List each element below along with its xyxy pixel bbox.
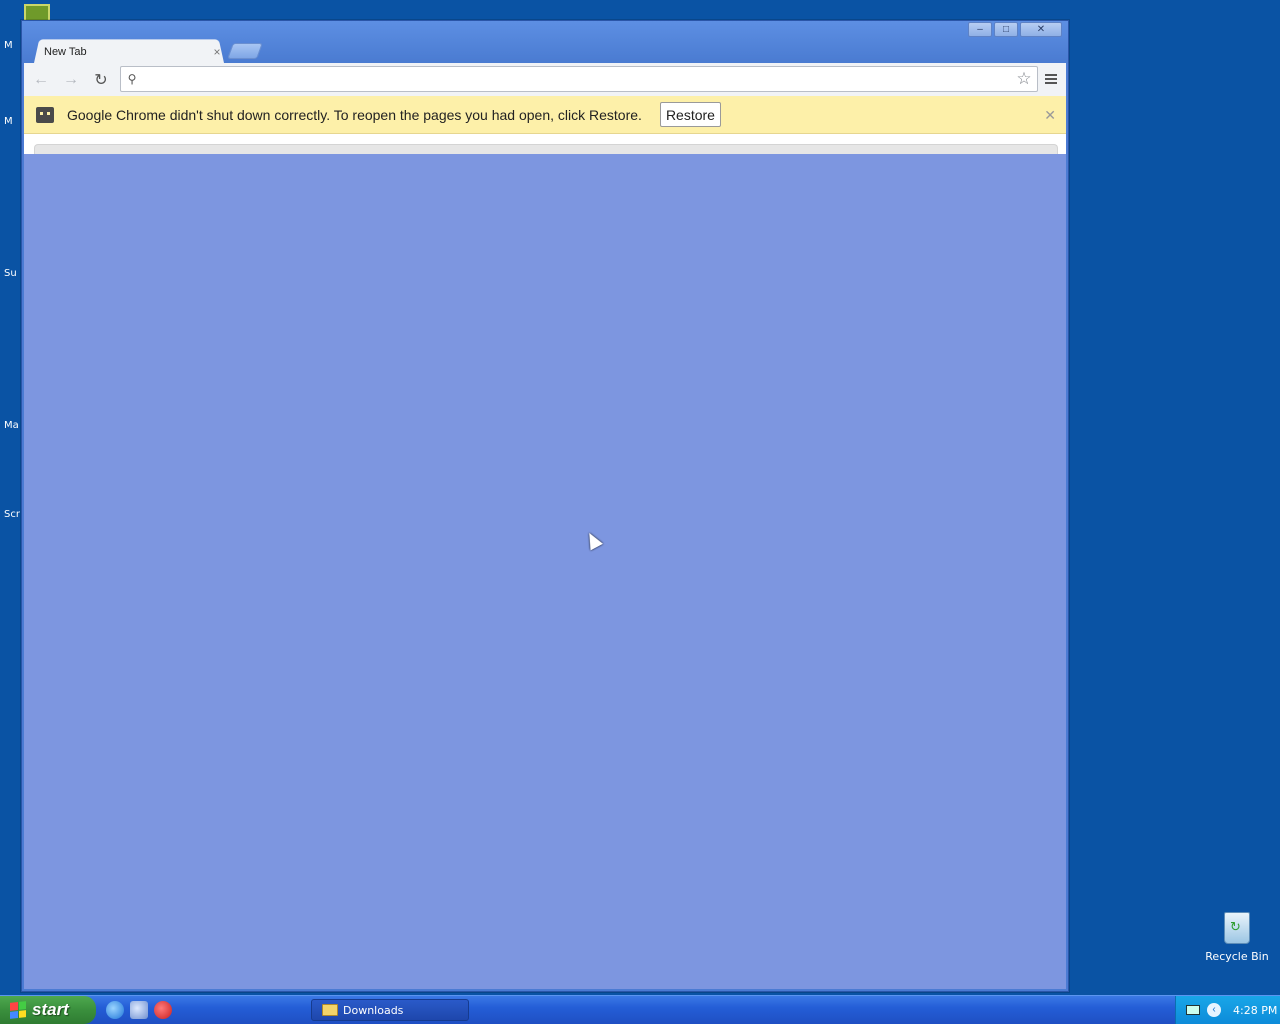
chrome-window: – □ ✕ New Tab × ← → ↻ ⚲ ☆ Google Chrome … — [21, 20, 1069, 992]
desktop-label-fragment[interactable]: Ma — [4, 420, 19, 431]
tab-close-icon[interactable]: × — [210, 45, 224, 59]
quick-launch — [106, 1001, 172, 1019]
clock[interactable]: 4:28 PM — [1233, 1004, 1277, 1017]
hamburger-menu-icon — [1045, 74, 1057, 84]
recycle-bin-icon — [1224, 912, 1250, 944]
keyboard-icon[interactable] — [1186, 1005, 1200, 1015]
show-hidden-icons-icon[interactable]: ‹ — [1207, 1003, 1221, 1017]
back-arrow-icon: ← — [33, 70, 49, 88]
content-header — [24, 134, 1066, 155]
system-tray: ‹ 4:28 PM — [1175, 996, 1280, 1024]
forward-arrow-icon: → — [63, 70, 79, 88]
tab-content[interactable]: New Tab × — [44, 41, 224, 63]
desktop-label-fragment[interactable]: Scr — [4, 509, 20, 520]
chrome-menu-button[interactable] — [1040, 68, 1062, 90]
infobar-close-icon[interactable]: ✕ — [1044, 107, 1056, 124]
desktop-label-fragment[interactable]: M — [4, 116, 13, 127]
close-button[interactable]: ✕ — [1020, 22, 1062, 37]
infobar-message: Google Chrome didn't shut down correctly… — [67, 106, 642, 123]
reload-button[interactable]: ↻ — [88, 67, 114, 93]
page-content-area[interactable] — [24, 154, 1066, 989]
desktop-label-fragment[interactable]: M — [4, 40, 13, 51]
reload-icon: ↻ — [94, 71, 108, 89]
start-button[interactable]: start — [0, 996, 96, 1024]
search-icon: ⚲ — [127, 72, 137, 86]
omnibox[interactable]: ⚲ ☆ — [120, 66, 1038, 92]
forward-button[interactable]: → — [58, 67, 84, 93]
taskbar: start Downloads ‹ 4:28 PM — [0, 995, 1280, 1024]
acrobat-icon[interactable] — [154, 1001, 172, 1019]
taskbar-item-downloads[interactable]: Downloads — [311, 999, 469, 1021]
back-button[interactable]: ← — [28, 67, 54, 93]
restore-button[interactable]: Restore — [659, 102, 721, 127]
media-player-icon[interactable] — [130, 1001, 148, 1019]
desktop-label-fragment[interactable]: Su — [4, 268, 17, 279]
recycle-bin[interactable]: Recycle Bin — [1205, 912, 1269, 963]
folder-icon — [322, 1004, 338, 1016]
new-tab-button[interactable] — [227, 43, 263, 59]
sad-face-icon — [36, 106, 54, 123]
address-input[interactable] — [143, 68, 1011, 90]
tab-title: New Tab — [44, 46, 87, 58]
windows-logo-icon — [10, 1001, 26, 1019]
taskbar-item-label: Downloads — [343, 1003, 404, 1017]
browser-toolbar: ← → ↻ ⚲ ☆ — [24, 63, 1066, 96]
session-restore-infobar: Google Chrome didn't shut down correctly… — [24, 96, 1066, 134]
start-label: start — [32, 1000, 69, 1019]
recycle-bin-label: Recycle Bin — [1205, 950, 1269, 963]
internet-explorer-icon[interactable] — [106, 1001, 124, 1019]
maximize-button[interactable]: □ — [994, 22, 1018, 37]
minimize-button[interactable]: – — [968, 22, 992, 37]
bookmark-star-icon[interactable]: ☆ — [1011, 69, 1037, 89]
window-controls: – □ ✕ — [966, 22, 1062, 37]
